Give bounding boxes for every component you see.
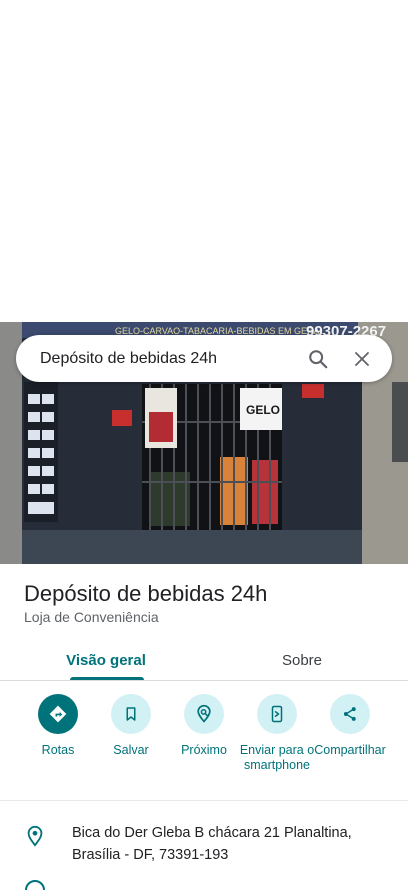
share-button-circle[interactable] bbox=[330, 694, 370, 734]
location-pin-icon bbox=[27, 825, 43, 847]
save-label: Salvar bbox=[113, 743, 149, 757]
send-to-phone-icon bbox=[271, 705, 283, 723]
directions-button[interactable]: Rotas bbox=[18, 694, 98, 758]
tab-overview[interactable]: Visão geral bbox=[0, 640, 212, 680]
search-bar[interactable]: Depósito de bebidas 24h bbox=[16, 335, 392, 382]
place-category: Loja de Conveniência bbox=[24, 609, 159, 625]
share-icon bbox=[343, 707, 356, 721]
search-button[interactable] bbox=[296, 337, 340, 381]
nearby-icon bbox=[197, 704, 211, 723]
directions-icon bbox=[49, 705, 67, 723]
divider bbox=[0, 800, 408, 801]
tab-bar: Visão geral Sobre bbox=[0, 640, 408, 681]
tab-about[interactable]: Sobre bbox=[196, 640, 408, 680]
save-button[interactable]: Salvar bbox=[91, 694, 171, 758]
save-button-circle[interactable] bbox=[111, 694, 151, 734]
search-input[interactable]: Depósito de bebidas 24h bbox=[16, 350, 296, 368]
directions-label: Rotas bbox=[41, 743, 75, 757]
action-row: Rotas Salvar Próximo Enviar para o smart… bbox=[0, 694, 408, 794]
poster-text: GELO bbox=[246, 403, 280, 417]
nearby-label: Próximo bbox=[181, 743, 227, 757]
send-to-phone-button[interactable]: Enviar para o smartphone bbox=[237, 694, 317, 773]
send-to-phone-button-circle[interactable] bbox=[257, 694, 297, 734]
nearby-button-circle[interactable] bbox=[184, 694, 224, 734]
close-icon bbox=[355, 351, 369, 366]
active-tab-indicator bbox=[70, 677, 144, 680]
address-row[interactable]: Bica do Der Gleba B chácara 21 Planaltin… bbox=[0, 822, 408, 872]
search-icon bbox=[309, 349, 328, 368]
share-button[interactable]: Compartilhar bbox=[310, 694, 390, 758]
address-text: Bica do Der Gleba B chácara 21 Planaltin… bbox=[72, 825, 352, 863]
bookmark-icon bbox=[126, 707, 136, 721]
place-title: Depósito de bebidas 24h bbox=[24, 581, 268, 606]
directions-button-circle[interactable] bbox=[38, 694, 78, 734]
send-to-phone-label: Enviar para o smartphone bbox=[239, 743, 315, 772]
close-button[interactable] bbox=[340, 337, 384, 381]
share-label: Compartilhar bbox=[314, 743, 386, 757]
place-header: Depósito de bebidas 24h Loja de Conveniê… bbox=[24, 580, 394, 625]
nearby-button[interactable]: Próximo bbox=[164, 694, 244, 758]
clock-icon bbox=[25, 880, 45, 890]
